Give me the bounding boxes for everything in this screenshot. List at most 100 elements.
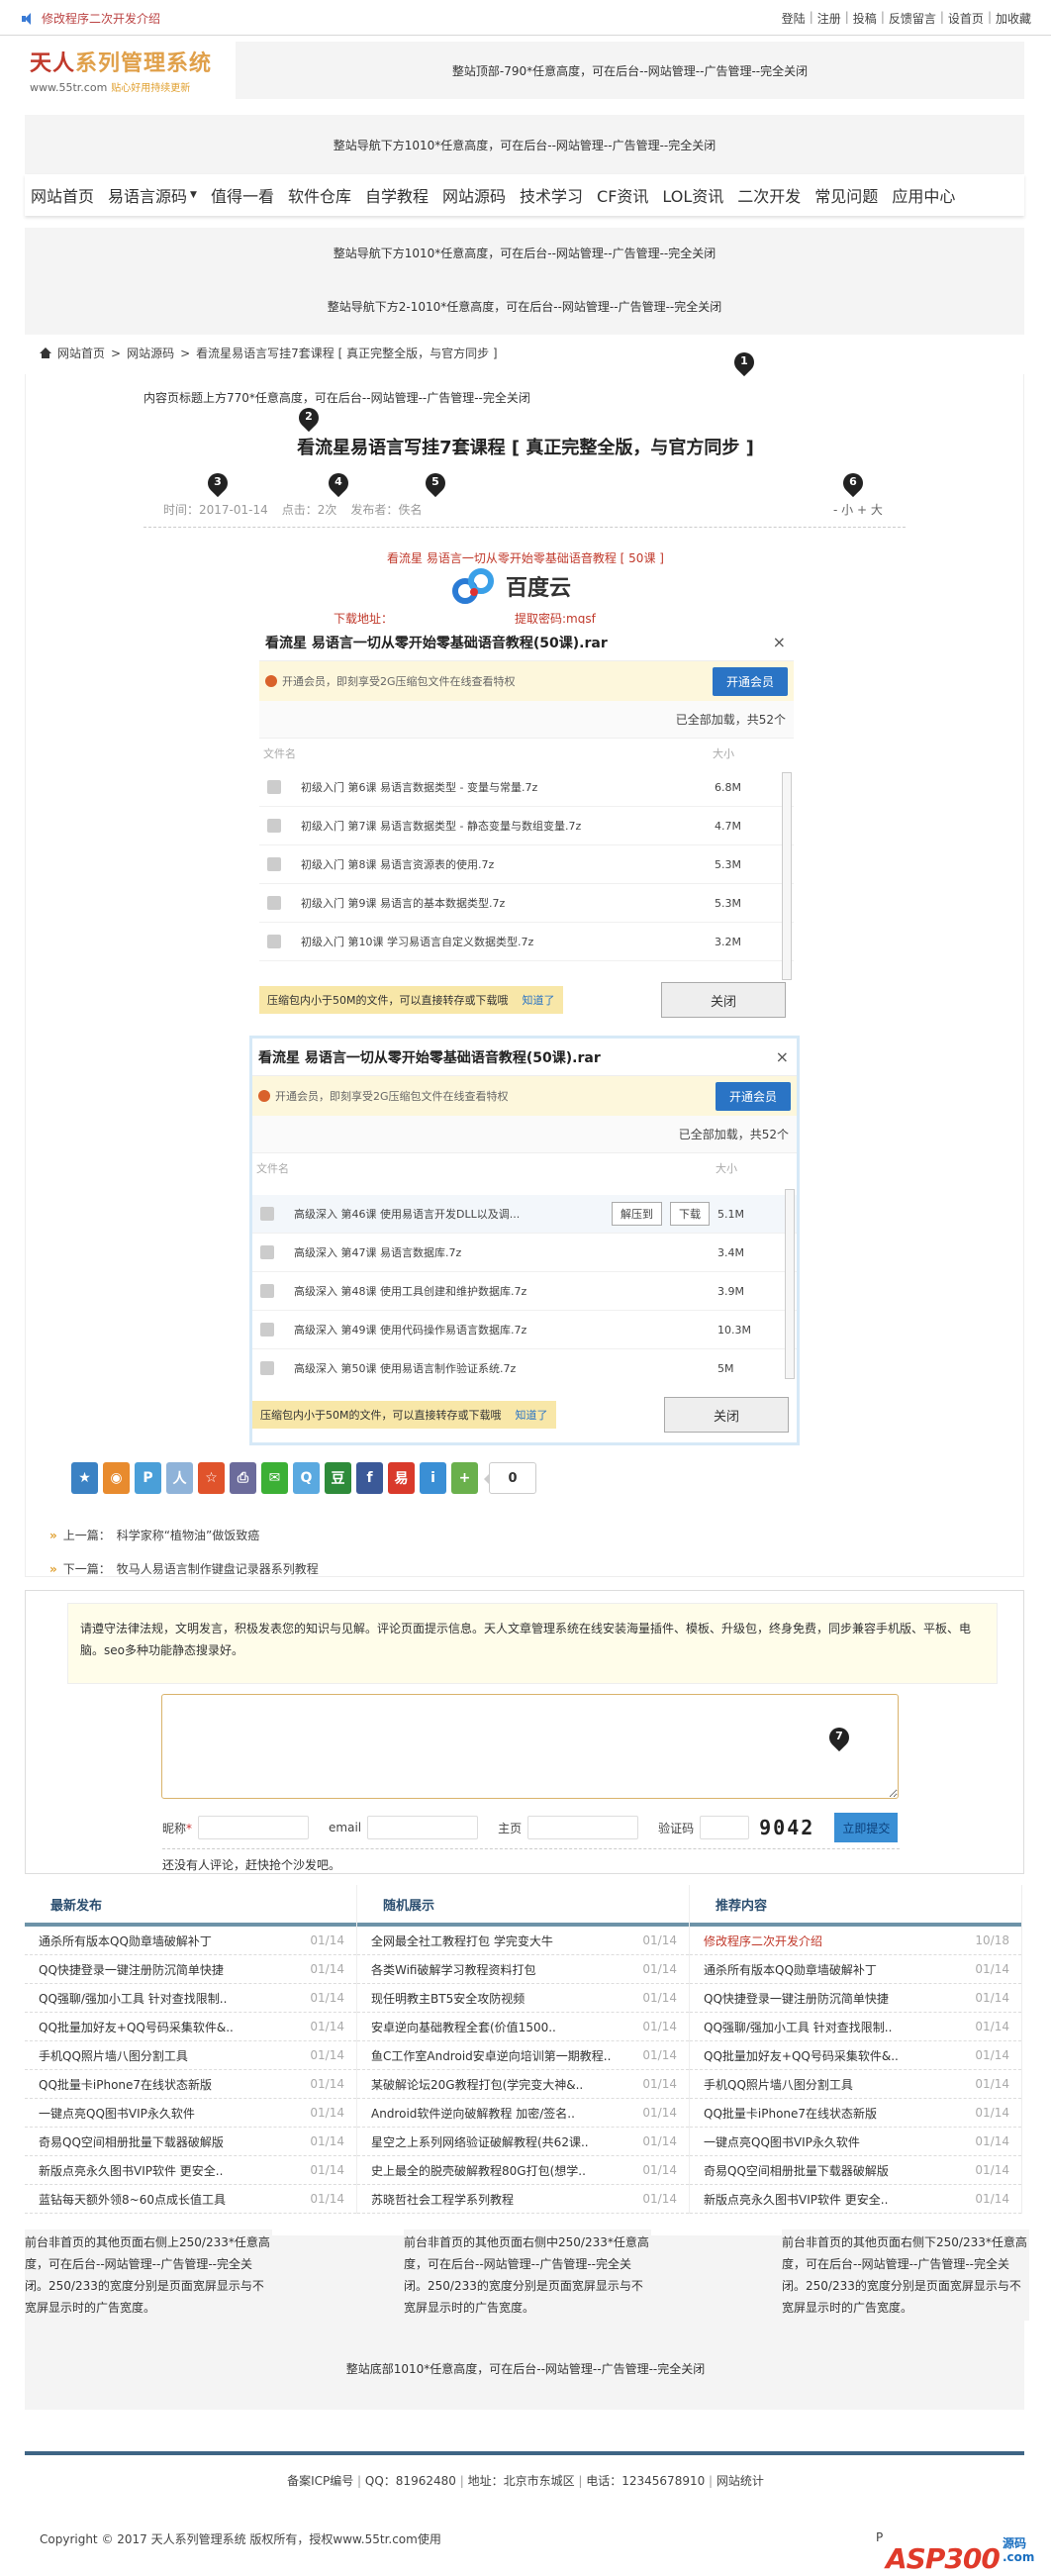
list-item[interactable]: 修改程序二次开发介绍 10/18	[690, 1927, 1021, 1955]
nav-item-home[interactable]: 网站首页	[31, 183, 94, 207]
close-icon[interactable]: ×	[776, 1047, 789, 1066]
nav-item-faq[interactable]: 常见问题	[814, 183, 878, 207]
list-item[interactable]: QQ批量加好友+QQ号码采集软件&.. 01/14	[25, 2013, 356, 2041]
file-row[interactable]: 初级入门 第8课 易语言资源表的使用.7z 5.3M	[259, 845, 794, 884]
download-button[interactable]: 下载	[670, 1202, 710, 1226]
nav-item-tutorials[interactable]: 自学教程	[365, 183, 429, 207]
baidu-cloud-link[interactable]: 百度云	[450, 566, 571, 606]
share-wechat-icon[interactable]: ✉	[261, 1462, 288, 1494]
add-favorite-link[interactable]: 加收藏	[996, 10, 1031, 27]
list-item[interactable]: 手机QQ照片墙八图分割工具 01/14	[25, 2041, 356, 2070]
site-logo[interactable]: 天人系列管理系统 www.55tr.com 贴心好用持续更新	[30, 46, 228, 101]
file-row[interactable]: 高级深入 第48课 使用工具创建和维护数据库.7z 3.9M	[252, 1272, 797, 1311]
list-item[interactable]: QQ强聊/强加小工具 针对查找限制.. 01/14	[25, 1984, 356, 2013]
captcha-input[interactable]	[700, 1816, 750, 1839]
close-icon[interactable]: ×	[773, 633, 786, 651]
list-item[interactable]: QQ快捷登录一键注册防沉简单快捷 01/14	[690, 1984, 1021, 2013]
list-item[interactable]: Android软件逆向破解教程 加密/签名.. 01/14	[357, 2099, 689, 2128]
list-item[interactable]: 一键点亮QQ图书VIP永久软件 01/14	[690, 2128, 1021, 2156]
share-weibo-icon[interactable]: ◉	[103, 1462, 130, 1494]
list-item[interactable]: 奇易QQ空间相册批量下载器破解版 01/14	[690, 2156, 1021, 2185]
comment-textarea[interactable]	[161, 1694, 899, 1799]
file-row[interactable]: 初级入门 第10课 学习易语言自定义数据类型.7z 3.2M	[259, 923, 794, 961]
file-row[interactable]: 高级深入 第46课 使用易语言开发DLL以及调... 解压到 下载 5.1M	[252, 1195, 797, 1234]
tip-ok-link[interactable]: 知道了	[516, 1407, 548, 1423]
open-vip-button[interactable]: 开通会员	[712, 666, 788, 696]
list-item[interactable]: 通杀所有版本QQ勋章墙破解补丁 01/14	[690, 1955, 1021, 1984]
share-pinterest-icon[interactable]: P	[135, 1462, 161, 1494]
list-item[interactable]: 史上最全的脱壳破解教程80G打包(想学.. 01/14	[357, 2156, 689, 2185]
email-input[interactable]	[367, 1816, 479, 1839]
nav-item-web-source[interactable]: 网站源码	[442, 183, 506, 207]
share-tieba-icon[interactable]: i	[420, 1462, 446, 1494]
file-list-scrollbar[interactable]	[785, 1189, 795, 1379]
file-row[interactable]: 高级深入 第49课 使用代码操作易语言数据库.7z 10.3M	[252, 1311, 797, 1349]
captcha-image[interactable]: 9042	[759, 1816, 814, 1839]
file-row[interactable]: 初级入门 第9课 易语言的基本数据类型.7z 5.3M	[259, 884, 794, 923]
submit-article-link[interactable]: 投稿	[853, 10, 877, 27]
share-facebook-icon[interactable]: f	[356, 1462, 383, 1494]
set-homepage-link[interactable]: 设首页	[948, 10, 984, 27]
nav-item-software[interactable]: 软件仓库	[288, 183, 351, 207]
file-list-scrollbar[interactable]	[782, 772, 792, 980]
footer-link[interactable]: 地址：北京市东城区	[468, 2474, 575, 2488]
tip-ok-link[interactable]: 知道了	[523, 992, 555, 1008]
nickname-input[interactable]	[198, 1816, 310, 1839]
file-row[interactable]: 初级入门 第7课 易语言数据类型 - 静态变量与数组变量.7z 4.7M	[259, 807, 794, 845]
list-item[interactable]: 某破解论坛20G教程打包(学完变大神&.. 01/14	[357, 2070, 689, 2099]
nav-item-dev[interactable]: 二次开发	[737, 183, 801, 207]
share-kaixin-icon[interactable]: ☆	[198, 1462, 225, 1494]
share-netease-icon[interactable]: 易	[388, 1462, 415, 1494]
list-item[interactable]: 安卓逆向基础教程全套(价值1500.. 01/14	[357, 2013, 689, 2041]
list-item[interactable]: 全网最全社工教程打包 学完变大牛 01/14	[357, 1927, 689, 1955]
breadcrumb-category[interactable]: 网站源码	[127, 345, 174, 361]
list-item[interactable]: 现任明教主BT5安全攻防视频 01/14	[357, 1984, 689, 2013]
font-size-control[interactable]: - 小 + 大	[833, 501, 883, 518]
list-item[interactable]: QQ批量卡iPhone7在线状态新版 01/14	[690, 2099, 1021, 2128]
open-vip-button[interactable]: 开通会员	[715, 1081, 791, 1111]
list-item[interactable]: 手机QQ照片墙八图分割工具 01/14	[690, 2070, 1021, 2099]
login-link[interactable]: 登陆	[782, 10, 806, 27]
list-item[interactable]: QQ强聊/强加小工具 针对查找限制.. 01/14	[690, 2013, 1021, 2041]
next-article-link[interactable]: 牧马人易语言制作键盘记录器系列教程	[117, 1560, 319, 1577]
share-print-icon[interactable]: ⎙	[230, 1462, 256, 1494]
nav-item-tech[interactable]: 技术学习	[520, 183, 583, 207]
prev-article-link[interactable]: 科学家称“植物油”做饭致癌	[117, 1527, 259, 1543]
homepage-input[interactable]	[527, 1816, 639, 1839]
nav-item-lol-news[interactable]: LOL资讯	[662, 183, 723, 207]
list-item[interactable]: 鱼C工作室Android安卓逆向培训第一期教程.. 01/14	[357, 2041, 689, 2070]
share-favorite-icon[interactable]: ★	[71, 1462, 98, 1494]
footer-link[interactable]: 网站统计	[717, 2474, 764, 2488]
list-item[interactable]: 星空之上系列网络验证破解教程(共62课.. 01/14	[357, 2128, 689, 2156]
share-qq-icon[interactable]: Q	[293, 1462, 320, 1494]
list-item[interactable]: QQ批量加好友+QQ号码采集软件&.. 01/14	[690, 2041, 1021, 2070]
top-notice-link[interactable]: 修改程序二次开发介绍	[22, 10, 160, 27]
breadcrumb-home[interactable]: 网站首页	[57, 345, 105, 361]
list-item[interactable]: 各类Wifi破解学习教程资料打包 01/14	[357, 1955, 689, 1984]
list-item[interactable]: 一键点亮QQ图书VIP永久软件 01/14	[25, 2099, 356, 2128]
register-link[interactable]: 注册	[817, 10, 841, 27]
footer-link[interactable]: 电话：12345678910	[586, 2474, 705, 2488]
share-douban-icon[interactable]: 豆	[325, 1462, 351, 1494]
dialog-close-button[interactable]: 关闭	[664, 1397, 789, 1433]
file-row[interactable]: 高级深入 第50课 使用易语言制作验证系统.7z 5M	[252, 1349, 797, 1381]
dialog-close-button[interactable]: 关闭	[661, 982, 786, 1018]
nav-item-apps[interactable]: 应用中心	[892, 183, 955, 207]
feedback-link[interactable]: 反馈留言	[889, 10, 936, 27]
file-row[interactable]: 初级入门 第6课 易语言数据类型 - 变量与常量.7z 6.8M	[259, 768, 794, 807]
nav-item-eyuyan-source[interactable]: 易语言源码 ▼	[108, 183, 197, 207]
file-row[interactable]: 高级深入 第47课 易语言数据库.7z 3.4M	[252, 1234, 797, 1272]
share-renren-icon[interactable]: 人	[166, 1462, 193, 1494]
nav-item-worth-seeing[interactable]: 值得一看	[211, 183, 274, 207]
list-item[interactable]: QQ快捷登录一键注册防沉简单快捷 01/14	[25, 1955, 356, 1984]
list-item[interactable]: 奇易QQ空间相册批量下载器破解版 01/14	[25, 2128, 356, 2156]
list-item[interactable]: QQ批量卡iPhone7在线状态新版 01/14	[25, 2070, 356, 2099]
footer-link[interactable]: 备案ICP编号	[287, 2474, 353, 2488]
footer-link[interactable]: QQ：81962480	[365, 2474, 456, 2488]
list-item[interactable]: 苏晓哲社会工程学系列教程 01/14	[357, 2185, 689, 2214]
submit-comment-button[interactable]: 立即提交	[834, 1813, 899, 1842]
share-more-icon[interactable]: +	[451, 1462, 478, 1494]
list-item[interactable]: 通杀所有版本QQ勋章墙破解补丁 01/14	[25, 1927, 356, 1955]
nav-item-cf-news[interactable]: CF资讯	[597, 183, 648, 207]
list-item[interactable]: 新版点亮永久图书VIP软件 更安全.. 01/14	[25, 2156, 356, 2185]
